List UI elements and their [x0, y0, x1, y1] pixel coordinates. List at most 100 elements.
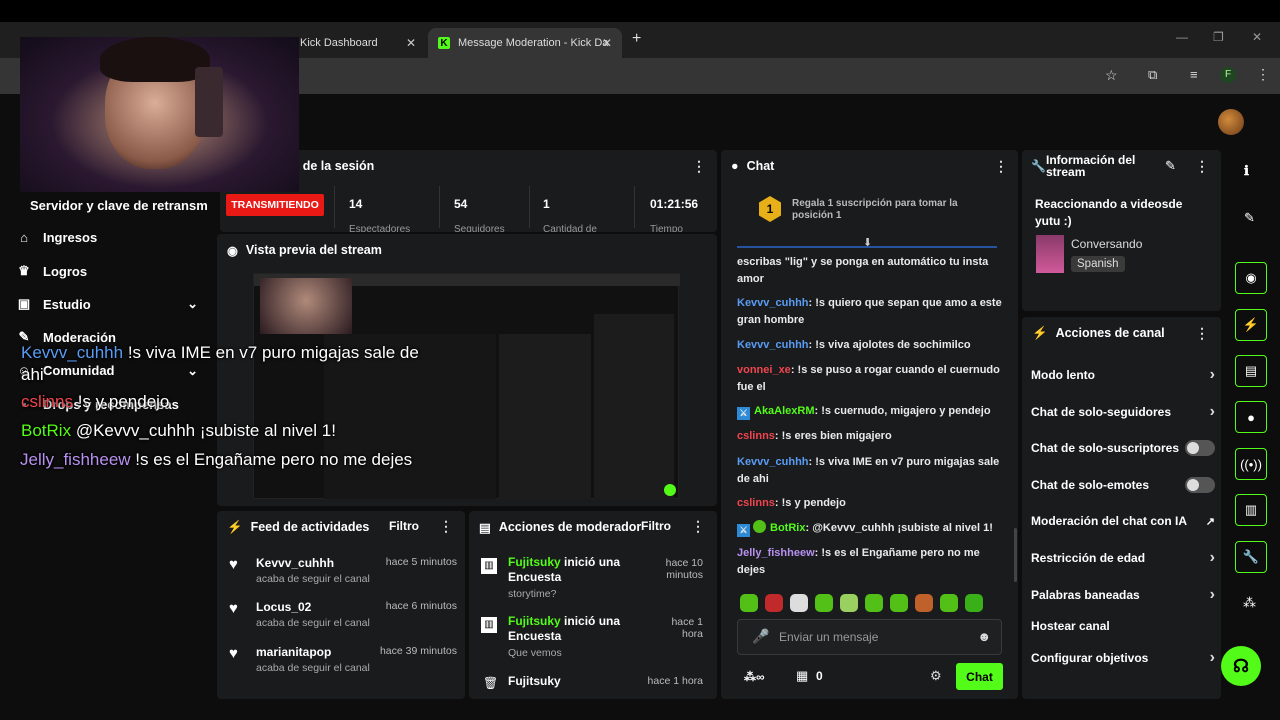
lightning-rail-icon[interactable]: ⚡ [1235, 309, 1267, 341]
action-palabras-baneadas[interactable]: Palabras baneadas › [1031, 586, 1215, 604]
minimize-icon[interactable]: — [1176, 30, 1188, 44]
bookmark-star-icon[interactable]: ☆ [1105, 67, 1118, 84]
more-options-icon[interactable]: ⋮ [994, 158, 1008, 175]
chat-rail-icon[interactable]: ● [1235, 401, 1267, 433]
mod-user[interactable]: Fujitsuky [508, 555, 561, 569]
tab-message-moderation[interactable]: K Message Moderation - Kick Da ✕ [428, 28, 622, 58]
trash-icon: 🗑 [483, 676, 499, 690]
chat-text: !s viva ajolotes de sochimilco [815, 339, 971, 351]
camera-rail-icon[interactable]: ◉ [1235, 262, 1267, 294]
emote-icon[interactable] [965, 594, 983, 612]
more-options-icon[interactable]: ⋮ [692, 158, 706, 175]
chat-settings-gear-icon[interactable]: ⚙ [930, 668, 942, 684]
emote-icon[interactable] [815, 594, 833, 612]
close-icon[interactable]: ✕ [602, 36, 612, 50]
chat-send-button[interactable]: Chat [956, 663, 1003, 690]
store-icon[interactable]: ▦ [796, 668, 808, 684]
stream-title-text: Reaccionando a videosde yutu :) [1035, 197, 1183, 228]
gift-banner[interactable]: Regala 1 suscripción para tomar la posic… [792, 198, 982, 222]
action-configurar-objetivos[interactable]: Configurar objetivos › [1031, 649, 1215, 667]
emote-icon[interactable] [790, 594, 808, 612]
more-options-icon[interactable]: ⋮ [439, 518, 453, 535]
user-avatar[interactable] [1218, 109, 1244, 135]
sidebar-item-ingresos[interactable]: ⌂ Ingresos [16, 230, 97, 245]
server-key-item[interactable]: Servidor y clave de retransm [30, 198, 208, 213]
sidebar-item-logros[interactable]: ♛ Logros [16, 263, 87, 279]
wrench-rail-icon[interactable]: 🔧 [1235, 541, 1267, 573]
chat-user[interactable]: Kevvv_cuhhh [737, 456, 809, 468]
mod-user[interactable]: Fujitsuky [508, 674, 561, 688]
emote-icon[interactable] [765, 594, 783, 612]
chat-user[interactable]: Jelly_fishheew [737, 547, 815, 559]
emote-icon[interactable] [865, 594, 883, 612]
poll-icon: ▥ [481, 617, 497, 633]
broadcast-rail-icon[interactable]: ((•)) [1235, 448, 1267, 480]
chat-user[interactable]: AkaAlexRM [754, 405, 815, 417]
sidebar-item-estudio[interactable]: ▣ Estudio ⌄ [16, 296, 198, 312]
chat-user[interactable]: BotRix [770, 522, 805, 534]
edit-pencil-icon[interactable]: ✎ [1165, 158, 1176, 174]
modactions-filter-button[interactable]: Filtro [641, 519, 671, 533]
emotes-only-toggle[interactable] [1185, 477, 1215, 493]
divider [634, 186, 635, 228]
apps-icon[interactable]: ⁂ [1243, 595, 1256, 611]
emoji-icon[interactable]: ☻ [977, 629, 991, 644]
emote-icon[interactable] [840, 594, 858, 612]
stat-viewers-label: Espectadores [349, 224, 411, 232]
support-button[interactable]: ☊ [1221, 646, 1261, 686]
chat-text: !s y pendejo [781, 497, 846, 509]
category-name[interactable]: Conversando [1071, 237, 1142, 251]
feed-filter-button[interactable]: Filtro [389, 519, 419, 533]
restore-icon[interactable]: ❐ [1213, 30, 1224, 44]
feed-user[interactable]: Kevvv_cuhhh [256, 556, 334, 570]
media-icon[interactable]: ≡ [1190, 67, 1198, 82]
action-solo-emotes[interactable]: Chat de solo-emotes [1031, 477, 1215, 493]
document-rail-icon[interactable]: ▤ [1235, 355, 1267, 387]
close-window-icon[interactable]: ✕ [1252, 30, 1262, 44]
stat-count-label: Cantidad de [543, 224, 597, 232]
more-options-icon[interactable]: ⋮ [1195, 158, 1209, 175]
mod-detail: storytime? [508, 588, 557, 600]
feed-user[interactable]: Locus_02 [256, 600, 311, 614]
layout-rail-icon[interactable]: ▥ [1235, 494, 1267, 526]
more-options-icon[interactable]: ⋮ [1195, 325, 1209, 342]
info-icon[interactable]: ℹ [1244, 163, 1249, 179]
action-solo-seguidores[interactable]: Chat de solo-seguidores › [1031, 403, 1215, 421]
new-tab-button[interactable]: + [632, 30, 641, 48]
chat-user[interactable]: cslinns [737, 430, 775, 442]
extensions-icon[interactable]: ⧉ [1148, 67, 1157, 83]
stream-info-title: Información del stream [1046, 153, 1136, 179]
chat-user[interactable]: vonnei_xe [737, 364, 791, 376]
emote-icon[interactable] [890, 594, 908, 612]
mod-user[interactable]: Fujitsuky [508, 614, 561, 628]
chat-scrollbar[interactable] [1014, 528, 1017, 582]
close-icon[interactable]: ✕ [406, 36, 416, 50]
action-hostear-canal[interactable]: Hostear canal [1031, 619, 1215, 633]
chat-message: ⚔ BotRix: @Kevvv_cuhhh ¡subiste al nivel … [737, 520, 1005, 537]
subscribers-only-toggle[interactable] [1185, 440, 1215, 456]
action-solo-suscriptores[interactable]: Chat de solo-suscriptores [1031, 440, 1215, 456]
action-restriccion-edad[interactable]: Restricción de edad › [1031, 549, 1215, 567]
external-link-icon: ↗ [1205, 515, 1215, 528]
feed-user[interactable]: marianitapop [256, 645, 331, 659]
chat-input[interactable]: Enviar un mensaje [779, 630, 878, 644]
chat-user[interactable]: Kevvv_cuhhh [737, 297, 809, 309]
category-thumbnail [1036, 235, 1064, 273]
channel-points-icon[interactable]: ⁂∞ [744, 670, 765, 684]
heart-icon: ♥ [229, 600, 238, 617]
microphone-icon[interactable]: 🎤 [752, 628, 769, 645]
chat-message: Kevvv_cuhhh: !s viva ajolotes de sochimi… [737, 339, 971, 351]
browser-menu-icon[interactable]: ⋮ [1256, 66, 1270, 83]
action-modo-lento[interactable]: Modo lento › [1031, 366, 1215, 384]
chat-input-box[interactable]: 🎤 Enviar un mensaje ☻ [737, 619, 1002, 655]
chat-user[interactable]: cslinns [737, 497, 775, 509]
action-moderacion-ia[interactable]: Moderación del chat con IA ↗ [1031, 514, 1215, 528]
emote-icon[interactable] [740, 594, 758, 612]
more-options-icon[interactable]: ⋮ [691, 518, 705, 535]
profile-avatar[interactable]: F [1220, 67, 1236, 83]
tab-kick-dashboard[interactable]: Kick Dashboard ✕ [290, 28, 426, 58]
emote-icon[interactable] [940, 594, 958, 612]
chat-user[interactable]: Kevvv_cuhhh [737, 339, 809, 351]
edit-pencil-icon[interactable]: ✎ [1244, 210, 1255, 226]
emote-icon[interactable] [915, 594, 933, 612]
